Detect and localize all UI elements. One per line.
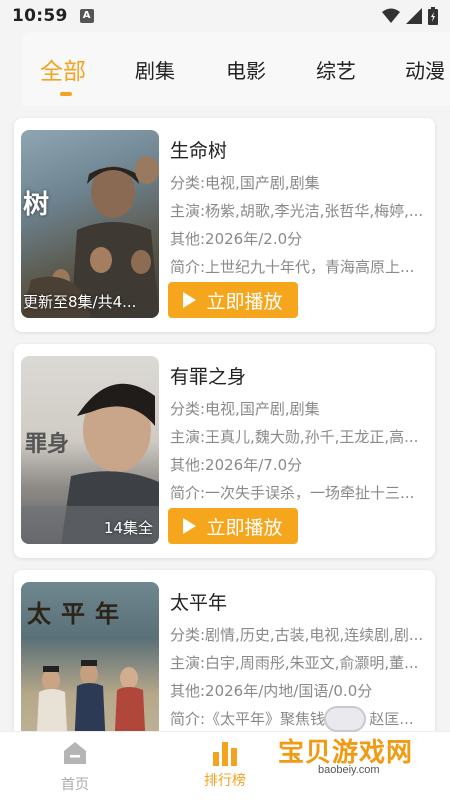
play-button-label: 立即播放 — [206, 516, 283, 539]
nav-home[interactable]: 首页 — [25, 740, 125, 794]
item-cast: 主演:杨紫,胡歌,李光洁,张哲华,梅婷,... — [170, 202, 424, 220]
item-title[interactable]: 有罪之身 — [170, 362, 246, 389]
item-title[interactable]: 生命树 — [170, 136, 227, 163]
wifi-icon — [382, 8, 400, 23]
status-bar: 10:59 A — [0, 0, 450, 32]
status-icons — [382, 7, 438, 25]
play-button-label: 立即播放 — [206, 290, 283, 313]
category-tabs: 全部 剧集 电影 综艺 动漫 — [22, 32, 450, 106]
tab-movies[interactable]: 电影 — [226, 32, 266, 106]
tab-series[interactable]: 剧集 — [135, 32, 175, 106]
list-item[interactable]: 树 更新至8集/共4... 生命树 分类:电视,国产剧,剧集 主演:杨紫,胡歌,… — [14, 118, 435, 332]
item-category: 分类:电视,国产剧,剧集 — [170, 400, 320, 418]
item-category: 分类:剧情,历史,古装,电视,连续剧,剧... — [170, 626, 424, 644]
item-other: 其他:2026年/7.0分 — [170, 456, 303, 474]
item-intro: 简介:一次失手误杀，一场牵扯十三... — [170, 484, 415, 502]
active-tab-indicator — [60, 92, 72, 96]
status-time: 10:59 — [12, 6, 68, 26]
poster-title-art: 太平年 — [27, 599, 129, 628]
item-cast: 主演:王真儿,魏大勋,孙千,王龙正,高... — [170, 428, 419, 446]
poster-figures — [21, 156, 159, 318]
watermark-logo: 宝贝游戏网 baobeiy.com — [268, 700, 438, 790]
content-list[interactable]: 树 更新至8集/共4... 生命树 分类:电视,国产剧,剧集 主演:杨紫,胡歌,… — [0, 106, 450, 731]
watermark-url: baobeiy.com — [318, 764, 380, 776]
home-icon — [64, 742, 86, 764]
item-title[interactable]: 太平年 — [170, 588, 227, 615]
notification-icon: A — [79, 9, 94, 23]
battery-icon — [428, 7, 438, 25]
nav-ranking-label: 排行榜 — [204, 773, 246, 789]
item-cast: 主演:白宇,周雨彤,朱亚文,俞灏明,董... — [170, 654, 419, 672]
play-now-button[interactable]: 立即播放 — [168, 508, 298, 544]
poster-image[interactable]: 罪身 14集全 — [21, 356, 159, 544]
ranking-icon — [213, 740, 237, 766]
tab-variety[interactable]: 综艺 — [316, 32, 356, 106]
poster-image[interactable]: 太平年 — [21, 582, 159, 731]
play-now-button[interactable]: 立即播放 — [168, 282, 298, 318]
play-icon — [183, 518, 197, 534]
item-other: 其他:2026年/2.0分 — [170, 230, 303, 248]
poster-title-art: 罪身 — [25, 431, 70, 457]
poster-title-art: 树 — [23, 190, 50, 220]
item-intro: 简介:上世纪九十年代，青海高原上... — [170, 258, 415, 276]
nav-home-label: 首页 — [61, 777, 89, 793]
tab-anime[interactable]: 动漫 — [405, 32, 445, 106]
list-item[interactable]: 罪身 14集全 有罪之身 分类:电视,国产剧,剧集 主演:王真儿,魏大勋,孙千,… — [14, 344, 435, 558]
item-other: 其他:2026年/内地/国语/0.0分 — [170, 682, 373, 700]
episode-badge: 14集全 — [103, 519, 153, 537]
nav-ranking[interactable]: 排行榜 — [175, 740, 275, 790]
episode-badge: 更新至8集/共4... — [23, 293, 137, 311]
play-icon — [183, 292, 197, 308]
signal-icon — [406, 8, 422, 24]
gamepad-icon — [324, 706, 366, 732]
poster-image[interactable]: 树 更新至8集/共4... — [21, 130, 159, 318]
item-category: 分类:电视,国产剧,剧集 — [170, 174, 320, 192]
